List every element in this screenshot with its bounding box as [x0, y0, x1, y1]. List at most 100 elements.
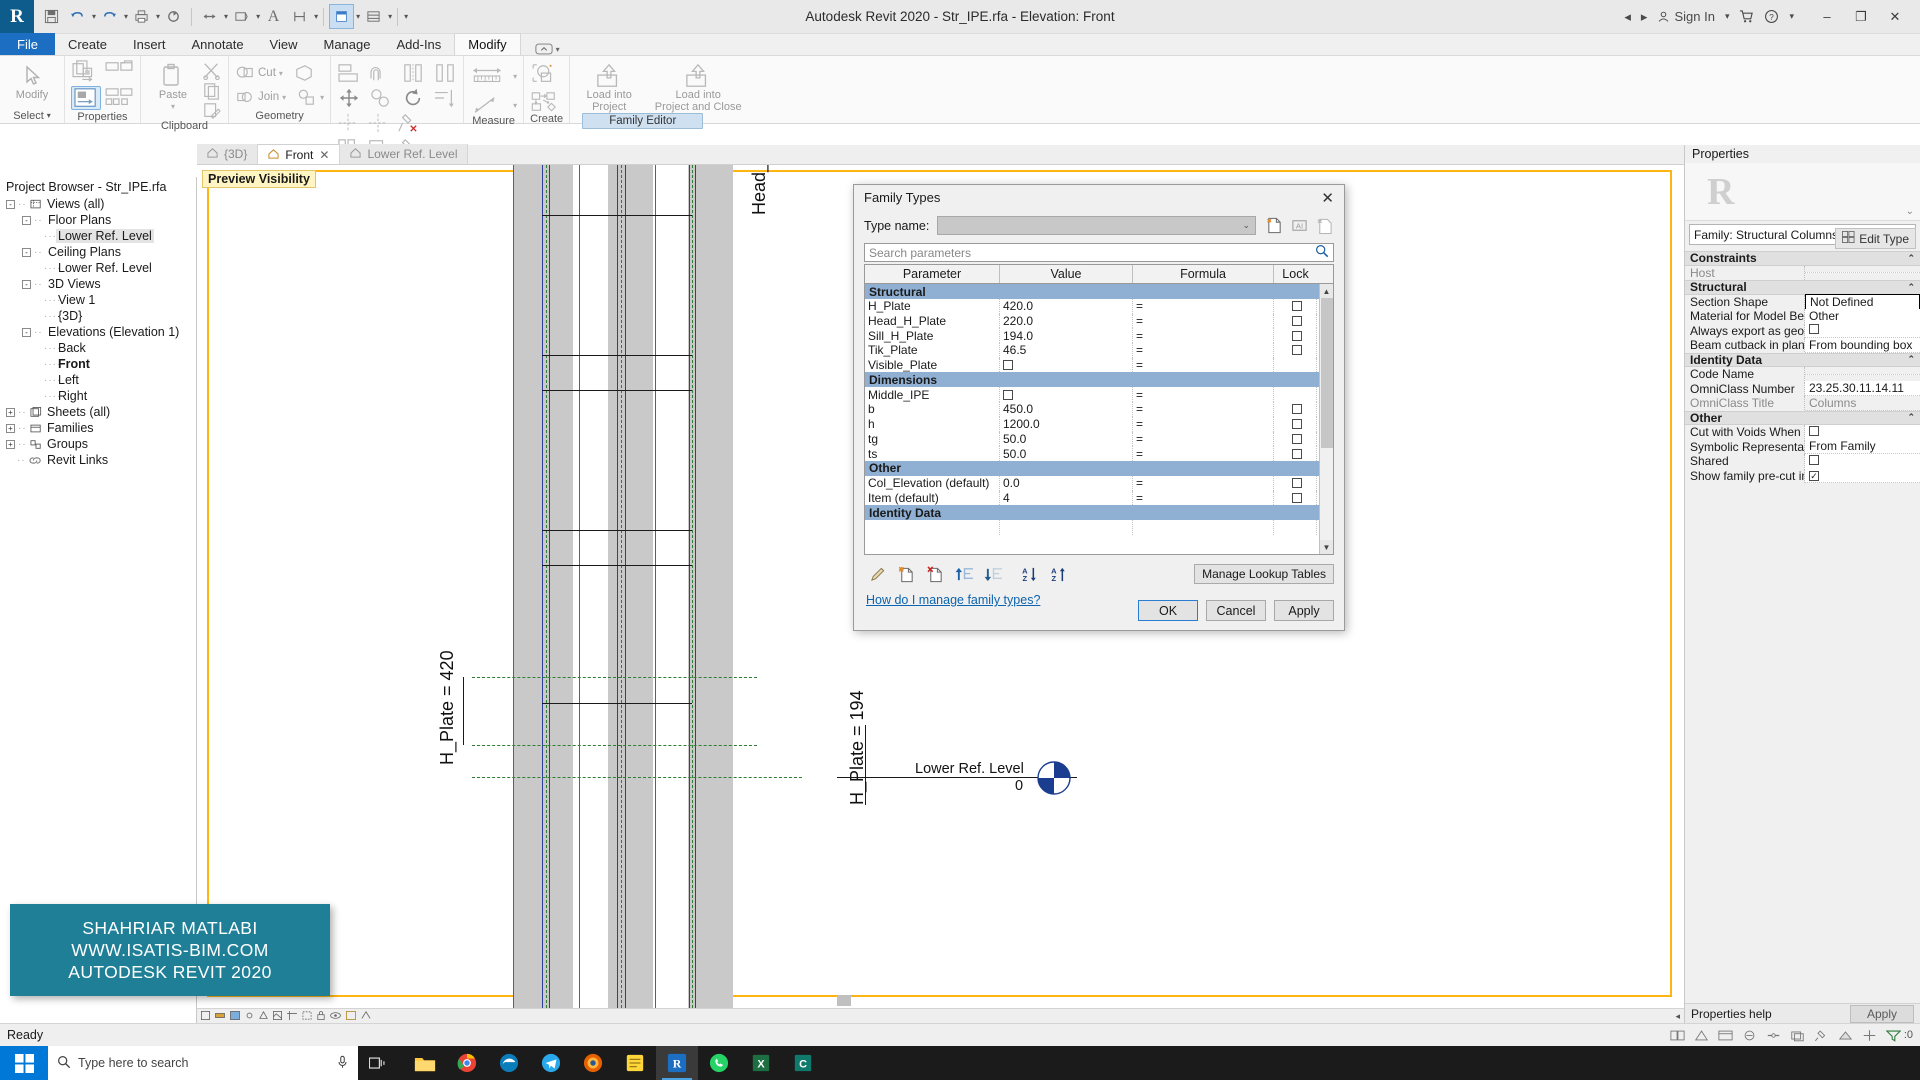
paste-caret-icon[interactable]: ▾	[171, 102, 175, 111]
param-formula-b[interactable]: =	[1133, 402, 1274, 417]
expander-3d-views[interactable]: -	[22, 279, 31, 289]
sync-icon[interactable]	[161, 4, 186, 29]
expander-floor-plans[interactable]: -	[22, 215, 31, 225]
param-row-h-plate[interactable]: H_Plate 420.0 =	[865, 299, 1333, 314]
dimension-head-h-plate[interactable]: Head_H_Plate = 220	[749, 165, 770, 215]
param-group-other[interactable]: Other ⌃	[865, 460, 1333, 476]
split-element-icon[interactable]	[337, 113, 359, 133]
match-type-icon[interactable]	[202, 102, 222, 120]
split-caret-icon[interactable]: ▾	[320, 93, 324, 102]
tree-node-families[interactable]: + ·· Families	[6, 420, 196, 436]
dimension-h-plate-420[interactable]: H_Plate = 420	[437, 650, 458, 765]
lock-3d-view-icon[interactable]	[317, 1010, 325, 1022]
param-row-empty[interactable]	[865, 520, 1333, 535]
chevron-up-icon[interactable]: ⌃	[1907, 412, 1920, 423]
tree-node-3d-views[interactable]: - ·· 3D Views	[6, 276, 196, 292]
undo-dropdown-caret[interactable]: ▾	[92, 12, 96, 21]
properties-row-material-model-behavior[interactable]: Material for Model Beh... Other	[1685, 308, 1920, 324]
help-caret-icon[interactable]: ▾	[1789, 11, 1794, 22]
measure-dropdown-caret[interactable]: ▾	[224, 12, 228, 21]
create-similar-icon[interactable]	[530, 63, 562, 85]
level-head-symbol[interactable]	[1037, 761, 1071, 798]
taskbar-telegram-icon[interactable]	[530, 1046, 572, 1080]
search-icon[interactable]	[1315, 244, 1329, 261]
sign-in-caret-icon[interactable]: ▾	[1725, 11, 1730, 22]
tree-node-elev-left[interactable]: ···· Left	[6, 372, 196, 388]
properties-row-show-family-precut[interactable]: Show family pre-cut in... ✓	[1685, 468, 1920, 484]
split-with-gap-icon[interactable]	[367, 113, 389, 133]
param-group-structural[interactable]: Structural ⌃	[865, 284, 1333, 299]
help-icon[interactable]: ?	[1764, 9, 1779, 24]
select-pinned-icon[interactable]	[1814, 1029, 1829, 1042]
crop-view-icon[interactable]	[287, 1010, 297, 1022]
properties-row-always-export-geometry[interactable]: Always export as geom...	[1685, 323, 1920, 339]
expander-groups[interactable]: +	[6, 439, 15, 449]
close-icon[interactable]: ✕	[319, 148, 329, 162]
redo-dropdown-caret[interactable]: ▾	[124, 12, 128, 21]
cut-geometry-icon[interactable]	[235, 64, 255, 82]
param-value-middle-ipe[interactable]	[1000, 387, 1133, 403]
param-value-h-plate[interactable]: 420.0	[1000, 299, 1133, 314]
offset-icon[interactable]	[369, 63, 393, 83]
properties-help-link[interactable]: Properties help	[1691, 1007, 1772, 1021]
param-lock-h[interactable]	[1274, 416, 1317, 432]
tab-file[interactable]: File	[0, 33, 55, 55]
tree-node-floor-plans[interactable]: - ·· Floor Plans	[6, 212, 196, 228]
expander-elevations[interactable]: -	[22, 327, 31, 337]
view-tab-front[interactable]: Front ✕	[258, 144, 341, 164]
param-lock-middle-ipe[interactable]	[1274, 387, 1317, 403]
checkbox-lock-item[interactable]	[1291, 492, 1302, 503]
measure-along-caret-icon[interactable]: ▾	[513, 101, 517, 110]
param-formula-tik-plate[interactable]: =	[1133, 343, 1274, 358]
param-lock-b[interactable]	[1274, 402, 1317, 417]
view-tab-lower-ref-level[interactable]: Lower Ref. Level	[340, 144, 469, 164]
tab-modify[interactable]: Modify	[454, 33, 521, 55]
param-group-dimensions[interactable]: Dimensions ⌃	[865, 372, 1333, 388]
properties-value-beam-cutback[interactable]: From bounding box	[1805, 337, 1920, 353]
tab-annotate[interactable]: Annotate	[179, 33, 257, 55]
join-label[interactable]: Join	[258, 91, 279, 103]
move-up-icon[interactable]	[955, 565, 974, 584]
checkbox-middle-ipe[interactable]	[1003, 389, 1013, 400]
cut-caret-icon[interactable]: ▾	[279, 69, 283, 78]
checkbox-lock-ts[interactable]	[1291, 448, 1302, 459]
param-formula-tg[interactable]: =	[1133, 431, 1274, 447]
tree-node-elev-front[interactable]: ···· Front	[6, 356, 196, 372]
tree-node-ceiling-plans[interactable]: - ·· Ceiling Plans	[6, 244, 196, 260]
taskbar-whatsapp-icon[interactable]	[698, 1046, 740, 1080]
param-row-tik-plate[interactable]: Tik_Plate 46.5 =	[865, 343, 1333, 358]
scroll-up-icon[interactable]: ▲	[1320, 284, 1333, 298]
microphone-icon[interactable]	[336, 1055, 349, 1072]
cut-label[interactable]: Cut	[258, 67, 276, 79]
level-name-label[interactable]: Lower Ref. Level	[915, 761, 1024, 777]
split-face-icon[interactable]	[297, 88, 317, 106]
navigate-left-icon[interactable]: ◂	[1675, 1011, 1680, 1022]
view-window-caret[interactable]: ▾	[356, 12, 360, 21]
param-formula-h[interactable]: =	[1133, 416, 1274, 432]
load-into-project-button[interactable]: Load into Project	[580, 60, 638, 113]
expander-ceiling-plans[interactable]: -	[22, 247, 31, 257]
grid-view-caret[interactable]: ▾	[388, 12, 392, 21]
param-lock-item[interactable]	[1274, 490, 1317, 506]
param-lock-visible-plate[interactable]	[1274, 357, 1317, 373]
sun-path-icon[interactable]	[245, 1011, 254, 1022]
close-button[interactable]: ✕	[1878, 1, 1912, 33]
expander-families[interactable]: +	[6, 423, 15, 433]
param-row-head-h-plate[interactable]: Head_H_Plate 220.0 =	[865, 313, 1333, 329]
measure-icon[interactable]	[197, 4, 222, 29]
select-underlay-icon[interactable]	[1790, 1029, 1805, 1042]
edit-type-button[interactable]: Edit Type	[1835, 228, 1916, 249]
temporary-hide-isolate-icon[interactable]	[330, 1011, 341, 1022]
tab-addins[interactable]: Add-Ins	[383, 33, 454, 55]
visual-style-icon[interactable]	[230, 1010, 240, 1022]
tree-node-groups[interactable]: + ·· Groups	[6, 436, 196, 452]
checkbox-lock-sill-h-plate[interactable]	[1291, 330, 1302, 341]
view-tab-3d[interactable]: {3D}	[197, 144, 259, 164]
param-formula-head-h-plate[interactable]: =	[1133, 313, 1274, 329]
param-formula-item[interactable]: =	[1133, 490, 1274, 506]
rotate-icon[interactable]	[401, 88, 425, 108]
taskbar-firefox-icon[interactable]	[572, 1046, 614, 1080]
param-lock-empty[interactable]	[1274, 520, 1317, 535]
undo-icon[interactable]	[65, 4, 90, 29]
maximize-button[interactable]: ❐	[1844, 1, 1878, 33]
